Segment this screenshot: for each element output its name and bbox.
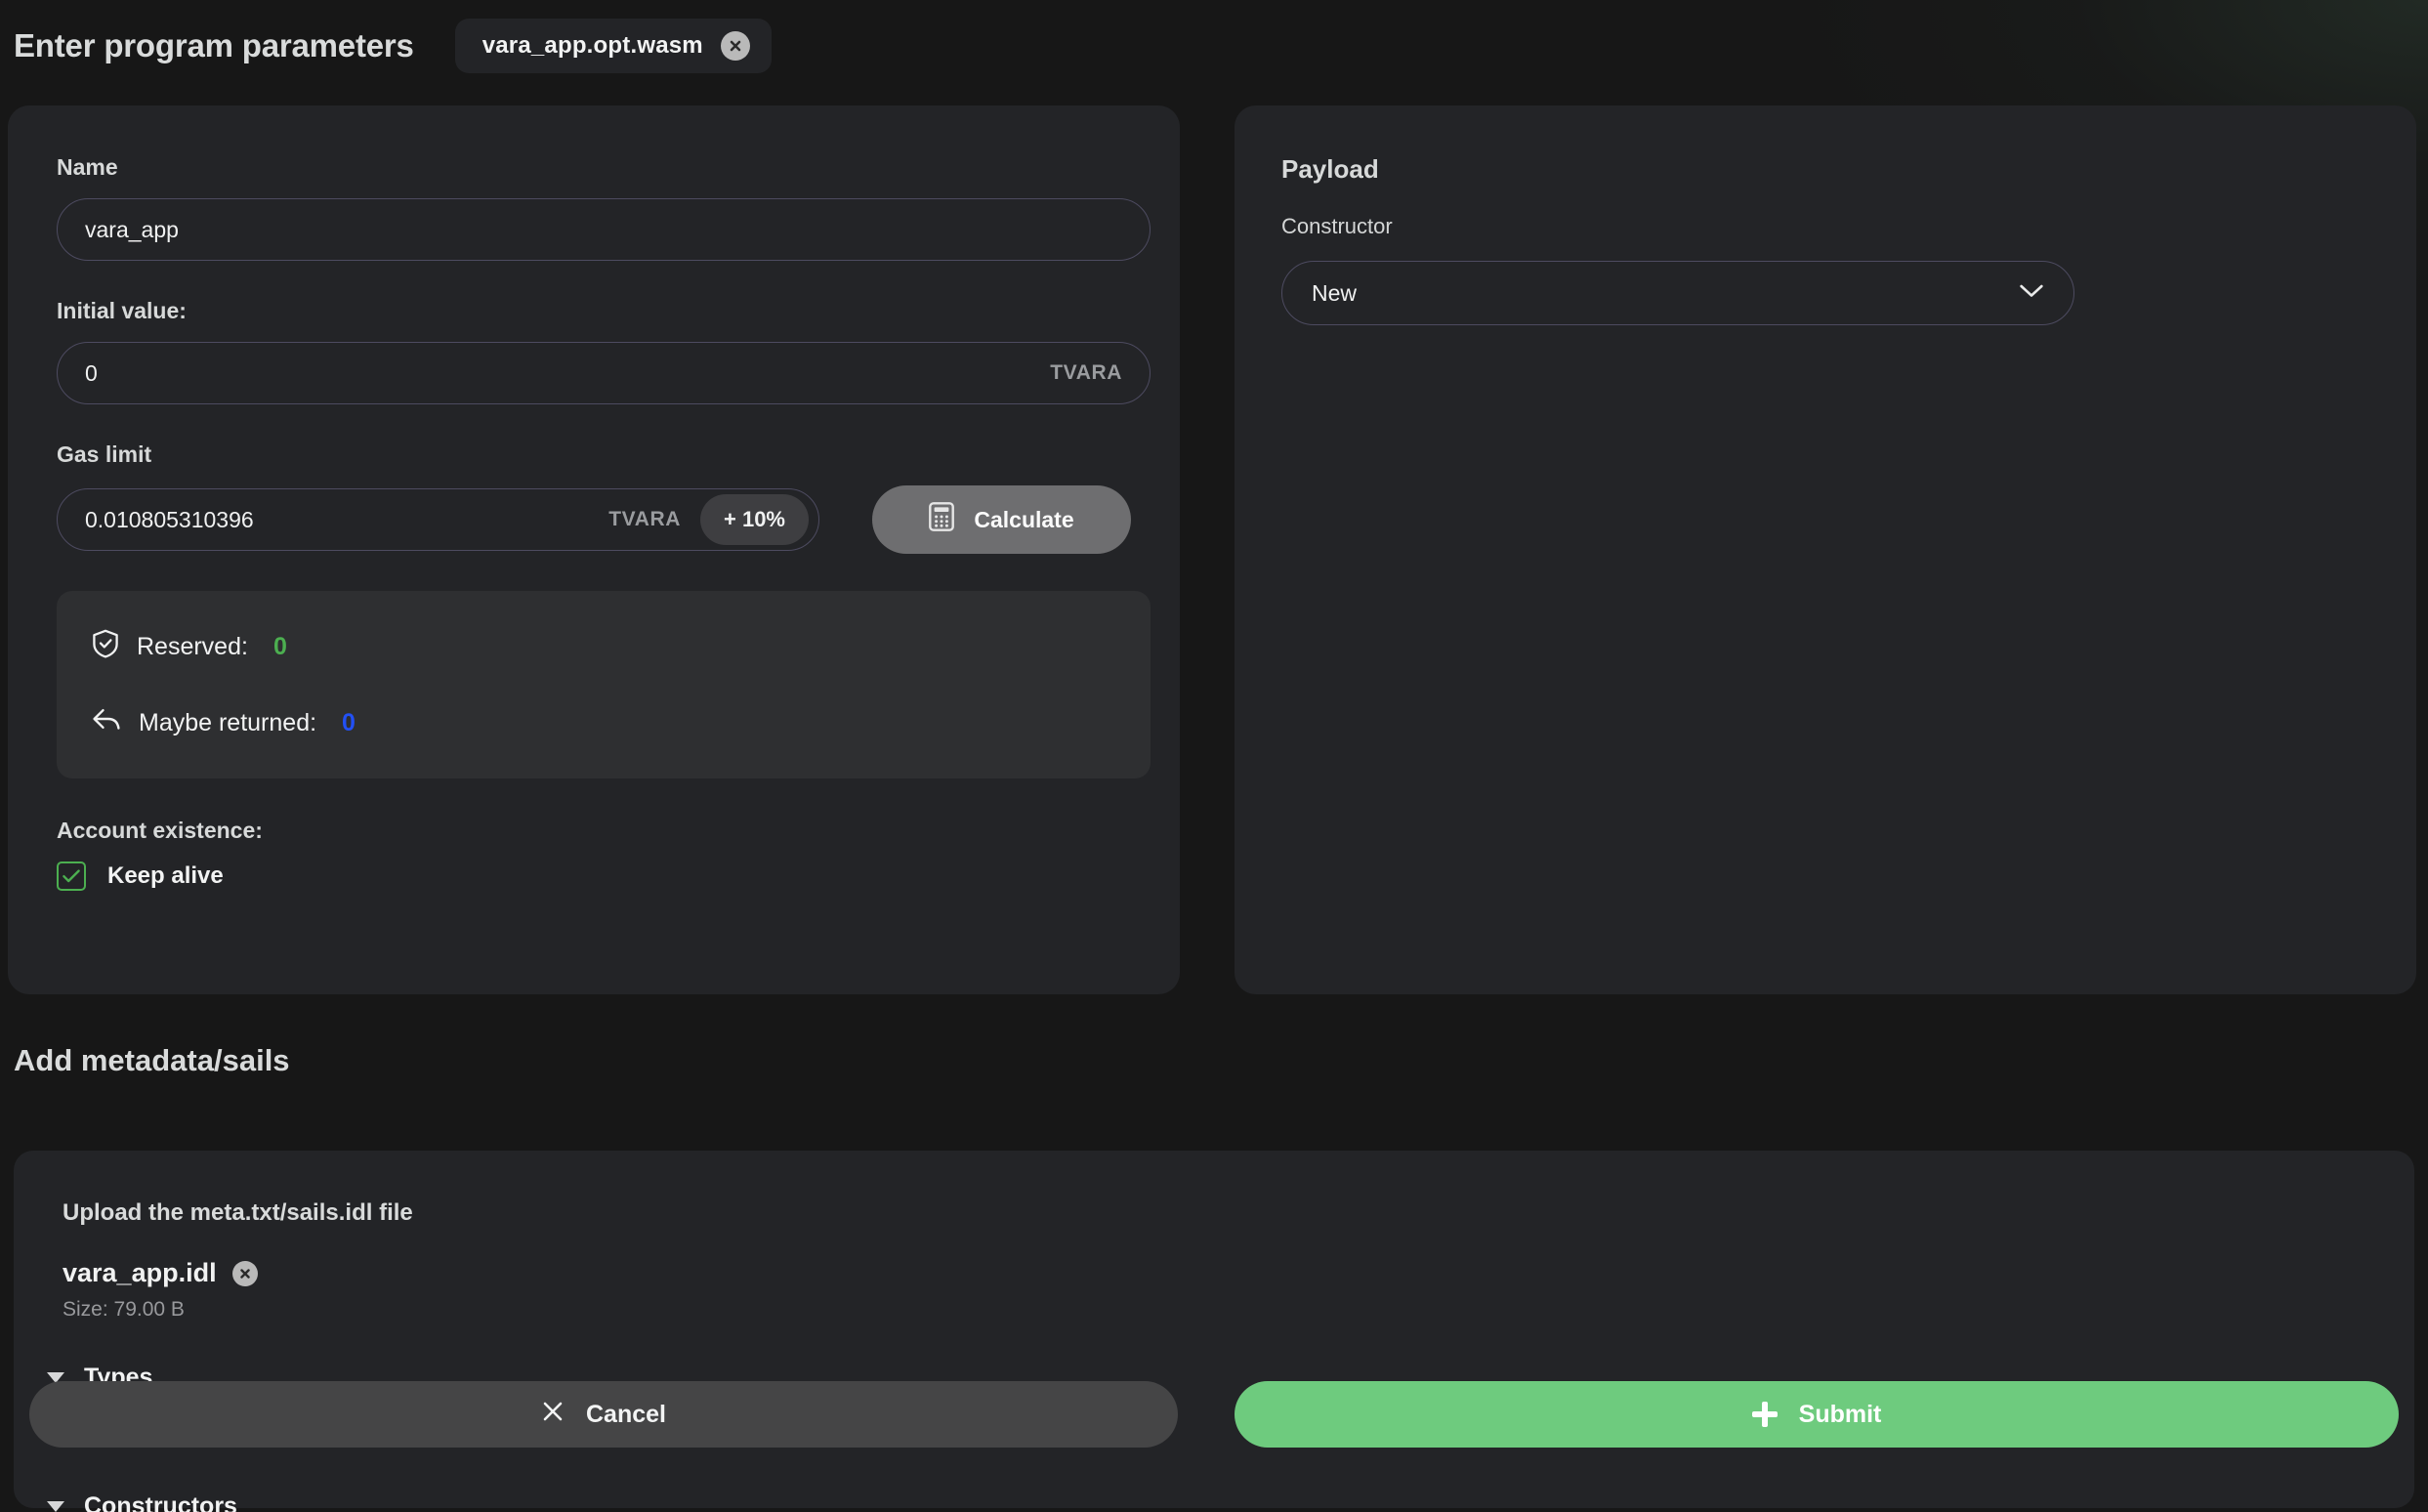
calculate-button-label: Calculate: [974, 506, 1074, 532]
cancel-button-label: Cancel: [586, 1400, 666, 1428]
gas-limit-row: TVARA + 10%: [57, 485, 1131, 554]
wasm-file-badge[interactable]: vara_app.opt.wasm: [454, 19, 772, 73]
footer-actions: Cancel Submit: [29, 1381, 2399, 1448]
constructor-selected-value: New: [1312, 279, 1358, 306]
add-metadata-heading: Add metadata/sails: [14, 1043, 290, 1077]
reserved-value: 0: [272, 632, 287, 660]
reserved-label: Reserved:: [137, 632, 248, 660]
initial-value-field-group: Initial value: TVARA: [57, 298, 1151, 404]
wasm-file-name: vara_app.opt.wasm: [481, 32, 703, 59]
close-circle-icon[interactable]: [231, 1260, 258, 1286]
constructor-select[interactable]: New: [1281, 261, 2074, 325]
constructor-label: Constructor: [1281, 214, 1393, 238]
maybe-returned-value: 0: [342, 708, 356, 736]
page-title: Enter program parameters: [14, 27, 414, 63]
maybe-returned-label: Maybe returned:: [139, 708, 317, 736]
program-parameters-card: Name Initial value: TVARA Gas limit TVAR…: [8, 105, 1180, 994]
idl-file-size: Size: 79.00 B: [63, 1298, 185, 1321]
calculate-button[interactable]: Calculate: [872, 485, 1131, 554]
metadata-card: Upload the meta.txt/sails.idl file vara_…: [14, 1151, 2414, 1508]
gas-limit-unit: TVARA: [608, 508, 681, 530]
gas-plus-ten-percent-button[interactable]: + 10%: [700, 494, 809, 545]
initial-value-input-shell[interactable]: TVARA: [57, 342, 1151, 404]
gas-info-panel: Reserved: 0 Maybe returned: 0: [57, 591, 1151, 778]
chevron-down-icon: [2019, 283, 2044, 304]
maybe-returned-row: Maybe returned: 0: [92, 700, 1115, 745]
idl-file-name: vara_app.idl: [63, 1258, 217, 1287]
gas-limit-input-shell[interactable]: TVARA + 10%: [57, 488, 819, 551]
shield-check-icon: [92, 629, 119, 665]
constructors-section-toggle[interactable]: Constructors: [47, 1492, 237, 1512]
caret-down-icon: [47, 1501, 64, 1512]
gas-limit-input[interactable]: [85, 506, 596, 533]
account-existence-group: Account existence: Keep alive: [57, 818, 1131, 891]
name-label: Name: [57, 154, 118, 180]
reserved-row: Reserved: 0: [92, 624, 1115, 669]
name-input[interactable]: [85, 216, 1122, 243]
gas-limit-field-group: Gas limit TVARA + 10%: [57, 441, 1131, 554]
page-header: Enter program parameters vara_app.opt.wa…: [0, 0, 2428, 92]
payload-title: Payload: [1281, 154, 1379, 184]
close-x-icon: [541, 1400, 565, 1430]
initial-value-label: Initial value:: [57, 298, 187, 323]
reply-arrow-icon: [92, 707, 121, 739]
keep-alive-label: Keep alive: [107, 862, 224, 889]
submit-button-label: Submit: [1798, 1400, 1882, 1428]
upload-meta-label: Upload the meta.txt/sails.idl file: [63, 1199, 413, 1226]
name-input-shell[interactable]: [57, 198, 1151, 261]
initial-value-input[interactable]: [85, 359, 1037, 387]
keep-alive-row[interactable]: Keep alive: [57, 861, 1131, 891]
name-field-group: Name: [57, 154, 1151, 261]
parameters-panels: Name Initial value: TVARA Gas limit TVAR…: [8, 105, 2420, 994]
initial-value-unit: TVARA: [1050, 361, 1122, 384]
gas-limit-label: Gas limit: [57, 441, 152, 467]
submit-button[interactable]: Submit: [1235, 1381, 2399, 1448]
cancel-button[interactable]: Cancel: [29, 1381, 1178, 1448]
idl-file-row: vara_app.idl: [63, 1258, 2365, 1288]
calculator-icon: [929, 502, 955, 537]
account-existence-label: Account existence:: [57, 818, 263, 843]
plus-icon: [1751, 1402, 1778, 1427]
close-circle-icon[interactable]: [720, 31, 750, 61]
constructors-section-label: Constructors: [84, 1492, 237, 1512]
keep-alive-checkbox[interactable]: [57, 861, 86, 891]
payload-card: Payload Constructor New: [1235, 105, 2416, 994]
